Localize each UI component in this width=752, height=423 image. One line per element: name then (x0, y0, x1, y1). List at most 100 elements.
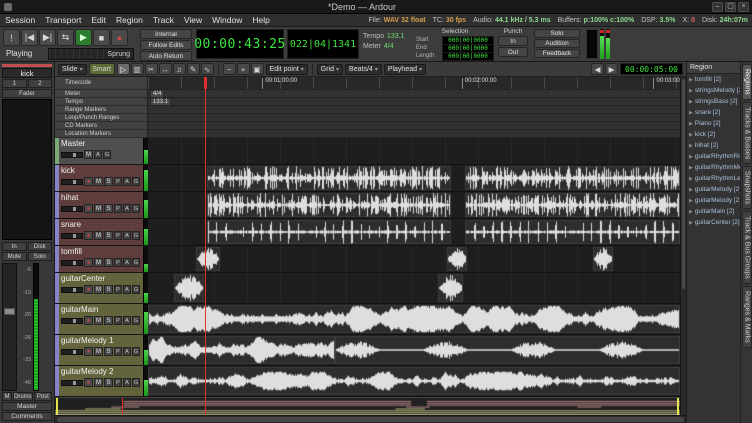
track-solo-button[interactable]: S (104, 347, 113, 356)
track-p-button[interactable]: P (114, 316, 122, 325)
output-routing-button[interactable]: Master (2, 402, 52, 411)
monitor-disk-button[interactable]: Disk (28, 242, 53, 251)
track-header-snare[interactable]: snare●MSPAG (55, 219, 148, 246)
track-g-button[interactable]: G (132, 378, 140, 387)
track-p-button[interactable]: P (114, 258, 122, 267)
track-g-button[interactable]: G (132, 316, 140, 325)
track-a-button[interactable]: A (123, 347, 131, 356)
disclosure-triangle-icon[interactable]: ▶ (689, 110, 693, 116)
track-record-button[interactable]: ● (84, 347, 93, 356)
hscroll-thumb[interactable] (57, 417, 684, 422)
selection-row-clock[interactable]: 000|00|0000 (442, 52, 494, 61)
track-gain-slider[interactable] (61, 287, 83, 293)
tempo-marker[interactable]: 133.1 (150, 98, 171, 106)
track-a-button[interactable]: A (123, 285, 131, 294)
track-mute-button[interactable]: M (94, 285, 103, 294)
track-header-tomfill[interactable]: tomfill●MSPAG (55, 246, 148, 273)
disclosure-triangle-icon[interactable]: ▶ (689, 77, 693, 83)
track-record-button[interactable]: ● (84, 177, 93, 186)
waveform-canvas[interactable] (148, 165, 680, 191)
track-header-hihat[interactable]: hihat●MSPAG (55, 192, 148, 219)
region-list-item[interactable]: ▶snare [2] (687, 107, 740, 118)
region-list-item[interactable]: ▶guitarMain [2] (687, 206, 740, 217)
track-solo-button[interactable]: S (104, 231, 113, 240)
menu-edit[interactable]: Edit (86, 14, 111, 26)
menu-session[interactable]: Session (0, 14, 40, 26)
tool-audition[interactable]: ♫ (173, 63, 186, 75)
track-gain-slider[interactable] (61, 206, 83, 212)
track-p-button[interactable]: P (114, 378, 122, 387)
track-gain-slider[interactable] (61, 233, 83, 239)
track-header-guitarcenter[interactable]: guitarCenter●MSPAG (55, 273, 148, 304)
ruler-lane-range-markers[interactable] (148, 106, 680, 114)
track-g-button[interactable]: G (103, 150, 111, 159)
track-g-button[interactable]: G (132, 177, 140, 186)
tempo-value[interactable]: 133.1 (387, 33, 405, 40)
region-list-item[interactable]: ▶guitarMelody [2] (687, 184, 740, 195)
tool-grab[interactable]: ▷ (117, 63, 130, 75)
region-list-item[interactable]: ▶stringsBass [2] (687, 96, 740, 107)
midi-panic-button[interactable]: ! (3, 29, 20, 46)
track-p-button[interactable]: P (114, 177, 122, 186)
track-name[interactable]: guitarCenter (61, 274, 141, 284)
vscroll-thumb[interactable] (682, 79, 685, 289)
gain-fader[interactable] (2, 263, 17, 391)
track-p-button[interactable]: P (114, 204, 122, 213)
snap-mode-combo[interactable]: Grid ▾ (317, 64, 343, 75)
track-header-kick[interactable]: kick●MSPAG (55, 165, 148, 192)
track-name[interactable]: guitarMain (61, 305, 141, 315)
track-record-button[interactable]: ● (84, 258, 93, 267)
track-mute-button[interactable]: M (94, 378, 103, 387)
solo-button[interactable]: Solo (534, 29, 580, 38)
track-lane-guitarmain[interactable] (148, 304, 680, 335)
menu-help[interactable]: Help (247, 14, 274, 26)
waveform-canvas[interactable] (148, 273, 680, 303)
waveform-canvas[interactable] (148, 366, 680, 396)
tool-stretch[interactable]: ↔ (159, 63, 172, 75)
auto-return-button[interactable]: Auto Return (140, 51, 192, 61)
region-list-item[interactable]: ▶Piano [2] (687, 118, 740, 129)
meter-marker[interactable]: 4/4 (150, 90, 164, 98)
track-gain-slider[interactable] (61, 260, 83, 266)
region-list-item[interactable]: ▶guitarMelody [2] (687, 195, 740, 206)
track-solo-button[interactable]: S (104, 177, 113, 186)
meter-value[interactable]: 4/4 (384, 43, 394, 50)
track-lane-master[interactable] (148, 138, 680, 165)
track-lane-tomfill[interactable] (148, 246, 680, 273)
track-p-button[interactable]: P (114, 285, 122, 294)
close-button[interactable]: × (738, 2, 749, 12)
side-tab-snapshots[interactable]: Snapshots (742, 166, 752, 209)
playhead-line[interactable] (205, 79, 206, 415)
waveform-canvas[interactable] (148, 335, 680, 365)
ruler-lane-location-markers[interactable] (148, 130, 680, 138)
track-gain-slider[interactable] (61, 152, 83, 158)
menu-view[interactable]: View (179, 14, 207, 26)
disclosure-triangle-icon[interactable]: ▶ (689, 198, 693, 204)
disclosure-triangle-icon[interactable]: ▶ (689, 187, 693, 193)
grid-unit-combo[interactable]: Beats/4 ▾ (345, 64, 382, 75)
disclosure-triangle-icon[interactable]: ▶ (689, 176, 693, 182)
region-list-item[interactable]: ▶kick [2] (687, 129, 740, 140)
audition-button[interactable]: Audition (534, 39, 580, 48)
track-g-button[interactable]: G (132, 231, 140, 240)
side-tab-tracks-busses[interactable]: Tracks & Busses (742, 102, 752, 164)
strip-io-button-2[interactable]: 2 (28, 79, 53, 88)
disclosure-triangle-icon[interactable]: ▶ (689, 121, 693, 127)
track-header-master[interactable]: MasterMAG (55, 138, 148, 165)
comments-button[interactable]: Comments (2, 412, 52, 421)
sync-source-button[interactable]: Internal (140, 29, 192, 39)
region-list-item[interactable]: ▶tomfill [2] (687, 74, 740, 85)
track-mute-button[interactable]: M (94, 204, 103, 213)
edit-point-combo[interactable]: Playhead ▾ (384, 64, 426, 75)
feedback-button[interactable]: Feedback (534, 49, 580, 58)
zoom-to-session[interactable]: ▣ (251, 63, 264, 75)
track-p-button[interactable]: P (114, 231, 122, 240)
ruler-name-label[interactable]: CD Markers (55, 122, 148, 130)
track-name[interactable]: guitarMelody 2 (61, 367, 141, 377)
region-list-item[interactable]: ▶stringsMelody [2] (687, 85, 740, 96)
tool-range[interactable]: ▥ (131, 63, 144, 75)
track-name[interactable]: kick (61, 166, 141, 176)
play-button[interactable]: ▶ (75, 29, 92, 46)
track-name[interactable]: Master (61, 139, 141, 149)
track-record-button[interactable]: ● (84, 285, 93, 294)
